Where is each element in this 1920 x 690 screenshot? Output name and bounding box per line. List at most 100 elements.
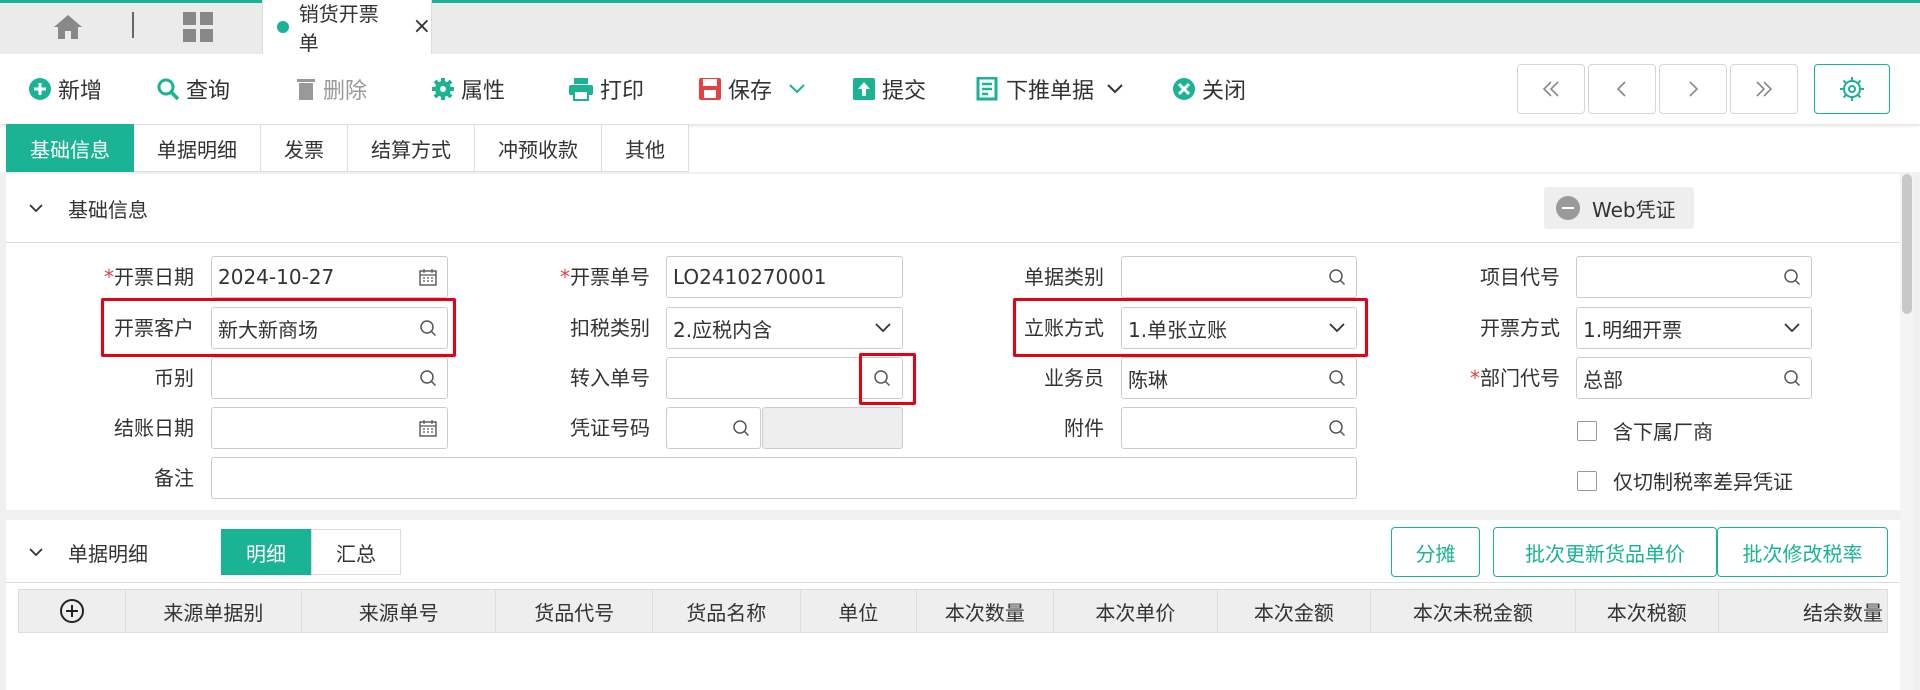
only-tax-diff-voucher-label: 仅切制税率差异凭证: [1613, 470, 1793, 494]
column-header[interactable]: 来源单号: [302, 590, 497, 632]
print-label: 打印: [600, 79, 645, 104]
remark-field[interactable]: [211, 457, 1357, 499]
only-tax-diff-voucher-checkbox[interactable]: 仅切制税率差异凭证: [1577, 466, 1793, 495]
column-header[interactable]: 结余数量: [1719, 590, 1887, 632]
tab-invoice[interactable]: 发票: [261, 124, 348, 172]
attachment-field[interactable]: [1121, 407, 1357, 449]
details-title: 单据明细: [68, 541, 148, 566]
calendar-icon[interactable]: [413, 408, 443, 448]
calendar-icon[interactable]: [413, 257, 443, 297]
chevron-right-icon: [1689, 81, 1699, 97]
dept-code-field[interactable]: 总部: [1576, 357, 1812, 399]
delete-button[interactable]: 删除: [295, 72, 367, 106]
chevron-down-icon[interactable]: [1106, 83, 1124, 95]
print-button[interactable]: 打印: [568, 72, 644, 106]
column-header[interactable]: 本次税额: [1576, 590, 1719, 632]
checkbox-box[interactable]: [1577, 420, 1597, 441]
checkbox-box[interactable]: [1577, 470, 1597, 491]
column-header[interactable]: 本次数量: [917, 590, 1054, 632]
scrollbar-thumb[interactable]: [1902, 174, 1912, 314]
web-voucher-button[interactable]: Web凭证: [1544, 187, 1694, 229]
first-record-button[interactable]: [1517, 64, 1585, 114]
tab-sales-invoice[interactable]: 销货开票单 ×: [262, 0, 432, 55]
invoice-date-field[interactable]: 2024-10-27: [211, 256, 448, 298]
close-tab-icon[interactable]: ×: [413, 16, 431, 38]
query-button[interactable]: 查询: [156, 72, 230, 106]
column-header[interactable]: 本次单价: [1054, 590, 1219, 632]
query-label: 查询: [186, 79, 231, 104]
printer-icon: [569, 78, 593, 101]
save-button[interactable]: 保存: [698, 72, 812, 106]
chevron-down-icon[interactable]: [1777, 308, 1807, 348]
trash-icon: [297, 79, 315, 100]
column-header[interactable]: 本次金额: [1218, 590, 1371, 632]
app-grid-icon[interactable]: [183, 12, 213, 42]
double-chevron-left-icon: [1542, 81, 1559, 97]
salesperson-field[interactable]: 陈琳: [1121, 357, 1357, 399]
gear-icon: [432, 78, 454, 100]
submit-button[interactable]: 提交: [852, 72, 926, 106]
search-icon[interactable]: [1322, 358, 1352, 398]
basic-info-header[interactable]: 基础信息: [28, 187, 148, 229]
invoice-no-value: LO2410270001: [673, 265, 827, 289]
batch-modify-tax-button[interactable]: 批次修改税率: [1717, 527, 1888, 577]
currency-field[interactable]: [211, 357, 448, 399]
include-sub-vendor-checkbox[interactable]: 含下属厂商: [1577, 416, 1713, 445]
add-row-button[interactable]: [19, 590, 126, 632]
new-button[interactable]: 新增: [28, 72, 102, 106]
floppy-disk-icon: [699, 78, 721, 100]
close-button[interactable]: 关闭: [1172, 72, 1246, 106]
allocate-button[interactable]: 分摊: [1391, 527, 1480, 577]
tab-basic-info[interactable]: 基础信息: [6, 124, 134, 172]
divider: [6, 242, 1901, 243]
column-header[interactable]: 单位: [801, 590, 918, 632]
doc-type-field[interactable]: [1121, 256, 1357, 298]
segment-summary[interactable]: 汇总: [311, 529, 401, 575]
tab-settlement[interactable]: 结算方式: [348, 124, 475, 172]
column-header[interactable]: 来源单据别: [126, 590, 303, 632]
column-header[interactable]: 本次未税金额: [1371, 590, 1577, 632]
last-record-button[interactable]: [1730, 64, 1798, 114]
search-icon[interactable]: [726, 408, 756, 448]
properties-button[interactable]: 属性: [431, 72, 505, 106]
batch-update-price-button[interactable]: 批次更新货品单价: [1493, 527, 1717, 577]
invoice-no-label: *开票单号: [560, 265, 650, 289]
tax-type-select[interactable]: 2.应税内含: [666, 307, 903, 349]
plus-circle-icon: [59, 599, 84, 623]
web-voucher-label: Web凭证: [1592, 197, 1676, 222]
invoice-date-value: 2024-10-27: [218, 265, 335, 289]
minus-circle-icon: [1556, 196, 1580, 220]
invoice-no-field[interactable]: LO2410270001: [666, 256, 903, 298]
transfer-no-field[interactable]: [666, 357, 860, 399]
voucher-no-field[interactable]: [666, 407, 761, 449]
doc-type-label: 单据类别: [1024, 265, 1104, 289]
push-down-button[interactable]: 下推单据: [976, 72, 1130, 106]
home-icon[interactable]: [50, 12, 86, 42]
attachment-label: 附件: [1064, 416, 1104, 440]
tax-type-label: 扣税类别: [570, 316, 650, 340]
next-record-button[interactable]: [1659, 64, 1727, 114]
project-code-field[interactable]: [1576, 256, 1812, 298]
column-header[interactable]: 货品名称: [653, 590, 801, 632]
search-icon[interactable]: [1322, 257, 1352, 297]
invoice-method-select[interactable]: 1.明细开票: [1576, 307, 1812, 349]
tab-other[interactable]: 其他: [602, 124, 689, 172]
invoice-date-label: *开票日期: [104, 265, 194, 289]
chevron-down-icon[interactable]: [788, 83, 806, 95]
search-icon[interactable]: [1777, 257, 1807, 297]
new-label: 新增: [58, 79, 103, 104]
segment-detail[interactable]: 明细: [221, 529, 311, 575]
search-icon[interactable]: [413, 358, 443, 398]
chevron-down-icon[interactable]: [868, 308, 898, 348]
close-date-field[interactable]: [211, 407, 448, 449]
prev-record-button[interactable]: [1588, 64, 1656, 114]
tab-offset-prepayment[interactable]: 冲预收款: [475, 124, 602, 172]
upload-icon: [853, 78, 875, 100]
details-header[interactable]: 单据明细: [28, 531, 148, 573]
divider: [6, 582, 1901, 583]
search-icon[interactable]: [1322, 408, 1352, 448]
tab-details[interactable]: 单据明细: [134, 124, 261, 172]
search-icon[interactable]: [1777, 358, 1807, 398]
settings-button[interactable]: [1814, 64, 1890, 114]
column-header[interactable]: 货品代号: [496, 590, 653, 632]
